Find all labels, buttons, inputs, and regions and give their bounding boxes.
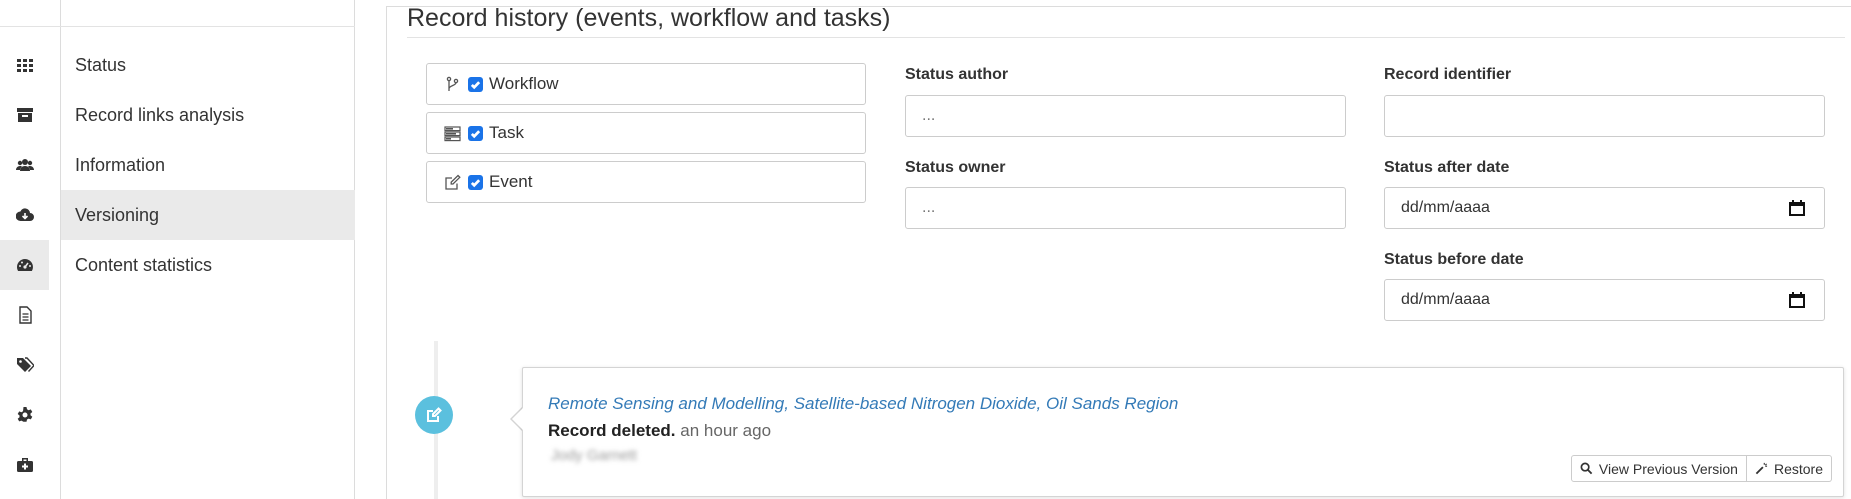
menu-item-label: Status xyxy=(75,54,127,75)
icon-rail xyxy=(0,0,61,499)
tasks-icon xyxy=(444,125,466,142)
record-identifier-input[interactable] xyxy=(1401,107,1824,125)
menu-item-status[interactable]: Status xyxy=(61,40,355,90)
task-checkbox[interactable] xyxy=(468,125,483,141)
menu-item-label: Information xyxy=(75,154,166,175)
status-owner-input[interactable] xyxy=(922,199,1345,217)
view-previous-version-button[interactable]: View Previous Version xyxy=(1570,455,1747,482)
submenu-header xyxy=(61,0,355,27)
task-label: Task xyxy=(489,123,524,142)
menu-item-label: Record links analysis xyxy=(75,104,245,125)
medkit-icon[interactable] xyxy=(0,440,49,490)
sub-menu: Status Record links analysis Information… xyxy=(61,0,355,499)
edit-icon xyxy=(444,174,466,191)
record-identifier-label: Record identifier xyxy=(1384,66,1512,83)
status-author-input[interactable] xyxy=(922,107,1345,125)
document-icon[interactable] xyxy=(0,290,49,340)
restore-label: Restore xyxy=(1773,460,1823,477)
status-author-field[interactable] xyxy=(905,95,1346,137)
entry-actions: View Previous Version Restore xyxy=(1570,455,1832,482)
tags-icon[interactable] xyxy=(0,340,49,390)
status-author-label: Status author xyxy=(905,66,1009,83)
view-previous-version-label: View Previous Version xyxy=(1598,460,1738,477)
calendar-icon[interactable] xyxy=(1788,199,1806,217)
archive-icon[interactable] xyxy=(0,90,49,140)
menu-item-information[interactable]: Information xyxy=(61,140,355,190)
users-icon[interactable] xyxy=(0,140,49,190)
rail-header xyxy=(0,0,61,27)
dashboard-gauge-icon[interactable] xyxy=(0,240,49,290)
magic-wand-icon xyxy=(1755,462,1768,475)
record-title-link[interactable]: Remote Sensing and Modelling, Satellite-… xyxy=(548,394,1178,414)
record-identifier-field[interactable] xyxy=(1384,95,1825,137)
filter-workflow[interactable]: Workflow xyxy=(426,63,866,105)
filter-task[interactable]: Task xyxy=(426,112,866,154)
status-before-date-value: dd/mm/aaaa xyxy=(1401,291,1490,308)
status-before-date-field[interactable]: dd/mm/aaaa xyxy=(1384,279,1825,321)
event-action: Record deleted. xyxy=(548,421,676,440)
calendar-icon[interactable] xyxy=(1788,291,1806,309)
menu-item-record-links-analysis[interactable]: Record links analysis xyxy=(61,90,355,140)
status-owner-label: Status owner xyxy=(905,159,1006,176)
card-pointer-inner xyxy=(512,407,524,431)
filter-event[interactable]: Event xyxy=(426,161,866,203)
search-icon xyxy=(1580,462,1593,475)
page-title: Record history (events, workflow and tas… xyxy=(407,4,891,32)
status-after-date-value: dd/mm/aaaa xyxy=(1401,199,1490,216)
workflow-checkbox[interactable] xyxy=(468,76,483,92)
status-after-date-field[interactable]: dd/mm/aaaa xyxy=(1384,187,1825,229)
event-time: an hour ago xyxy=(680,421,772,440)
workflow-label: Workflow xyxy=(489,74,559,93)
restore-button[interactable]: Restore xyxy=(1746,455,1832,482)
menu-item-label: Versioning xyxy=(75,204,160,225)
event-checkbox[interactable] xyxy=(468,174,483,190)
menu-item-content-statistics[interactable]: Content statistics xyxy=(61,240,355,290)
event-label: Event xyxy=(489,172,533,191)
status-before-date-label: Status before date xyxy=(1384,251,1524,268)
timeline-event-badge xyxy=(415,396,453,434)
timeline-entry-card: Remote Sensing and Modelling, Satellite-… xyxy=(522,367,1844,497)
menu-item-label: Content statistics xyxy=(75,254,213,275)
status-owner-field[interactable] xyxy=(905,187,1346,229)
main-content: Record history (events, workflow and tas… xyxy=(355,0,1851,499)
status-after-date-label: Status after date xyxy=(1384,159,1510,176)
edit-icon xyxy=(427,407,442,422)
event-summary: Record deleted. an hour ago xyxy=(548,421,771,441)
gear-icon[interactable] xyxy=(0,390,49,440)
title-divider xyxy=(407,37,1845,38)
cloud-download-icon[interactable] xyxy=(0,190,49,240)
menu-item-versioning[interactable]: Versioning xyxy=(61,190,355,240)
dashboard-grid-icon[interactable] xyxy=(0,40,49,90)
event-user: Jody Garnett xyxy=(551,447,637,464)
branch-icon xyxy=(444,76,466,93)
